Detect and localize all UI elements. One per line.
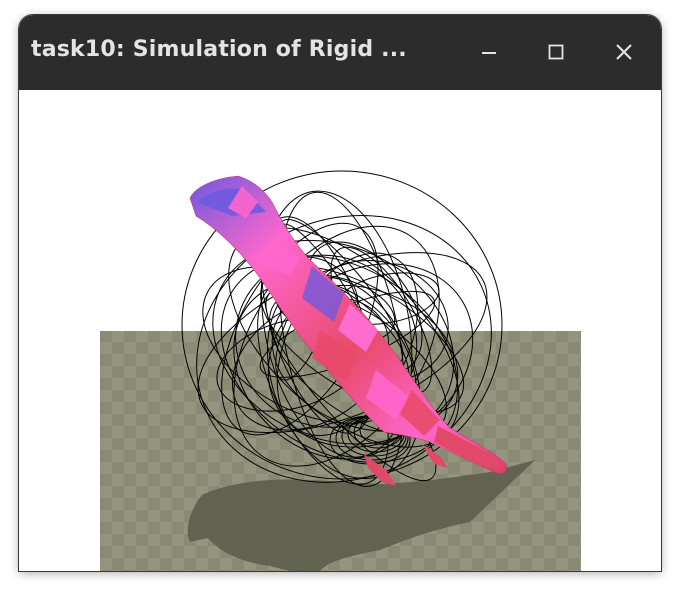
minimize-button[interactable] [470,34,506,70]
app-window: task10: Simulation of Rigid ... [19,15,661,571]
maximize-icon [548,44,564,60]
close-button[interactable] [606,34,642,70]
window-title: task10: Simulation of Rigid ... [31,37,407,62]
minimize-icon [482,52,496,54]
rigid-body-scene [100,170,581,571]
title-bar[interactable]: task10: Simulation of Rigid ... [19,15,661,90]
close-icon [616,44,632,60]
render-viewport[interactable] [20,90,660,571]
maximize-button[interactable] [538,34,574,70]
